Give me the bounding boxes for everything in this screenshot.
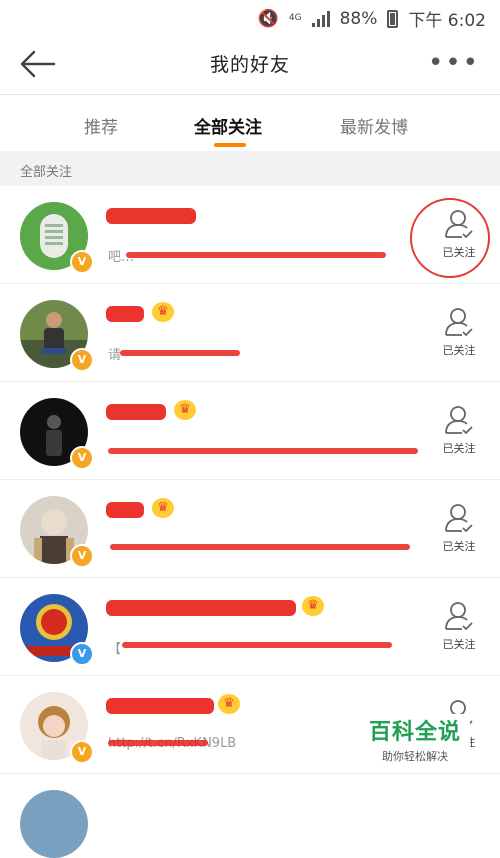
follow-label: 已关注 [442, 638, 476, 651]
user-check-icon [445, 504, 473, 533]
tab-recommend[interactable]: 推荐 [84, 113, 118, 138]
user-check-icon [445, 308, 473, 337]
section-label: 全部关注 [20, 165, 73, 180]
crown-icon: ♛ [302, 596, 324, 616]
redacted-description [126, 252, 386, 258]
network-type: 4G [288, 13, 302, 23]
verified-badge: V [70, 740, 94, 764]
list-item[interactable] [0, 774, 500, 858]
list-item[interactable]: V ♛ 已关注 [0, 382, 500, 480]
user-check-icon [445, 210, 473, 239]
redacted-name [106, 698, 214, 714]
follow-label: 已关注 [442, 540, 476, 553]
follow-button[interactable]: 已关注 [436, 502, 482, 554]
clock: 下午 6:02 [408, 11, 486, 31]
follow-button[interactable]: 已关注 [436, 208, 482, 260]
verified-badge: V [70, 250, 94, 274]
redacted-name [106, 600, 296, 616]
redacted-description [108, 740, 208, 746]
verified-badge: V [70, 348, 94, 372]
mute-icon: 🔇 [257, 8, 279, 29]
active-tab-indicator [214, 143, 246, 147]
list-item[interactable]: V ♛ 已关注 [0, 480, 500, 578]
redacted-name [106, 306, 144, 322]
list-item[interactable]: V 吧… 已关注 [0, 186, 500, 284]
tab-all-following[interactable]: 全部关注 [194, 113, 262, 138]
redacted-description [110, 544, 410, 550]
watermark: 百科全说 助你轻松解决 [360, 714, 470, 764]
crown-icon: ♛ [152, 302, 174, 322]
list-item[interactable]: V ♛ 【 已关注 [0, 578, 500, 676]
list-item[interactable]: V ♛ 请 已关注 [0, 284, 500, 382]
verified-badge: V [70, 446, 94, 470]
status-icons: 🔇 4G 88% 下午 6:02 [257, 6, 486, 32]
follow-button[interactable]: 已关注 [436, 306, 482, 358]
page-title: 我的好友 [209, 54, 290, 76]
follow-label: 已关注 [442, 344, 476, 357]
tab-latest-posts[interactable]: 最新发博 [340, 113, 408, 138]
follow-button[interactable]: 已关注 [436, 600, 482, 652]
watermark-title: 百科全说 [368, 720, 461, 745]
crown-icon: ♛ [174, 400, 196, 420]
avatar[interactable] [20, 790, 88, 858]
battery-level: 88% [339, 8, 378, 29]
user-check-icon [445, 406, 473, 435]
more-dots-icon: ••• [427, 48, 480, 78]
follow-button[interactable]: 已关注 [436, 404, 482, 456]
redacted-name [106, 502, 144, 518]
watermark-subtitle: 助你轻松解决 [382, 750, 448, 763]
user-check-icon [445, 602, 473, 631]
section-header: 全部关注 [0, 151, 500, 186]
status-bar: 🔇 4G 88% 下午 6:02 [0, 0, 500, 34]
top-bar: 我的好友 ••• [0, 34, 500, 95]
redacted-name [106, 404, 166, 420]
follow-label: 已关注 [442, 442, 476, 455]
signal-icon [311, 10, 330, 27]
redacted-description [108, 448, 418, 454]
crown-icon: ♛ [218, 694, 240, 714]
more-button[interactable]: ••• [428, 48, 480, 78]
verified-badge: V [70, 544, 94, 568]
tab-bar: 推荐 全部关注 最新发博 [0, 95, 500, 151]
redacted-name [106, 208, 196, 224]
verified-badge: V [70, 642, 94, 666]
redacted-description [120, 350, 240, 356]
crown-icon: ♛ [152, 498, 174, 518]
follow-label: 已关注 [442, 246, 476, 259]
redacted-description [122, 642, 392, 648]
battery-icon [387, 9, 399, 28]
